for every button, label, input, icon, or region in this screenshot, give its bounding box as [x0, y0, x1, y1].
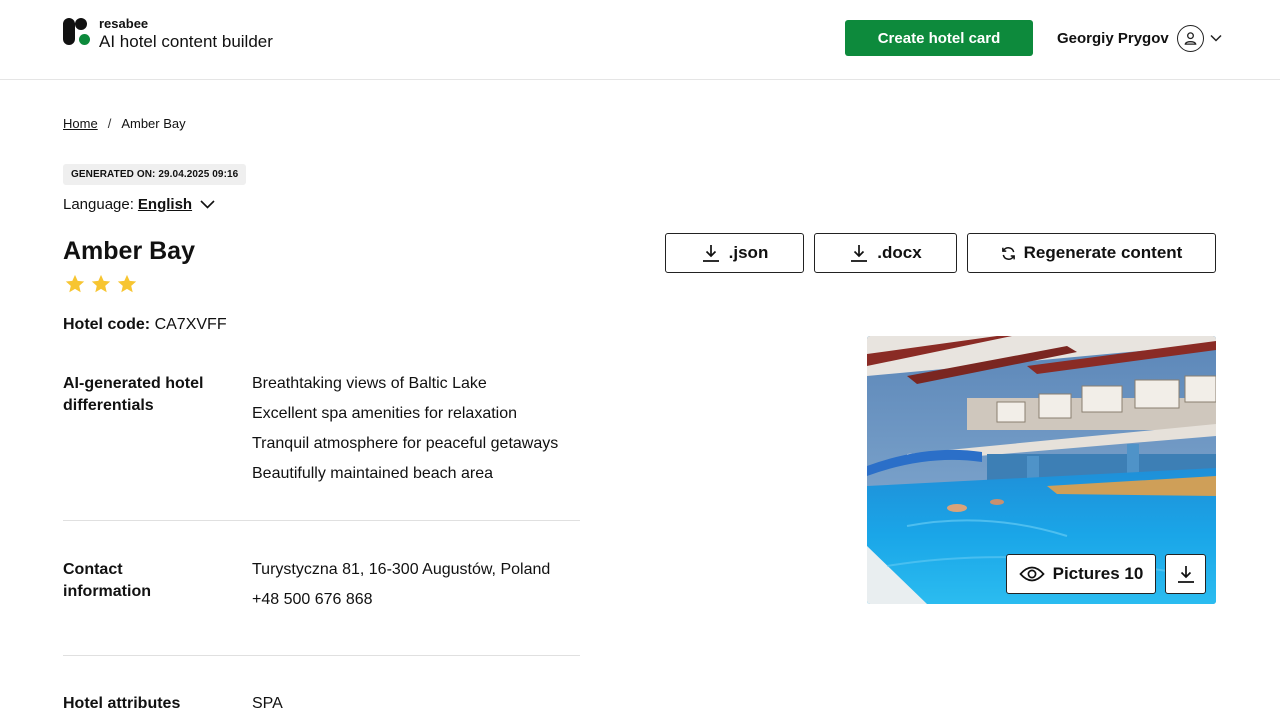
chevron-down-icon [1210, 34, 1222, 42]
attributes-label: Hotel attributes [63, 695, 181, 712]
create-hotel-card-button[interactable]: Create hotel card [845, 20, 1033, 56]
brand-logo[interactable]: resabee AI hotel content builder [62, 17, 273, 52]
brand-name: resabee [99, 16, 149, 31]
chevron-down-icon[interactable] [200, 199, 215, 209]
pictures-count-label: Pictures 10 [1052, 564, 1144, 583]
user-menu[interactable]: Georgiy Prygov [1057, 24, 1222, 52]
list-item: SPA [252, 695, 283, 712]
differentials-list: Breathtaking views of Baltic Lake Excell… [252, 369, 558, 489]
download-pictures-button[interactable] [1165, 554, 1206, 594]
star-icon [91, 274, 111, 293]
hotel-star-rating [64, 273, 142, 295]
hotel-photo[interactable]: Pictures 10 [867, 336, 1216, 604]
list-item: Tranquil atmosphere for peaceful getaway… [252, 435, 559, 452]
differentials-label: AI-generated hotel differentials [63, 375, 204, 414]
list-item: Excellent spa amenities for relaxation [252, 405, 518, 422]
contact-address: Turystyczna 81, 16-300 Augustów, Poland [252, 561, 551, 578]
contact-label: Contact information [63, 561, 151, 600]
hotel-name-title: Amber Bay [63, 237, 195, 265]
download-icon [851, 245, 868, 262]
download-json-label: .json [728, 243, 769, 262]
top-header: resabee AI hotel content builder Create … [0, 0, 1280, 80]
view-pictures-button[interactable]: Pictures 10 [1006, 554, 1156, 594]
language-label: Language: [63, 195, 134, 213]
regenerate-content-label: Regenerate content [1023, 243, 1183, 262]
contact-values: Turystyczna 81, 16-300 Augustów, Poland … [252, 555, 550, 615]
download-json-button[interactable]: .json [665, 233, 804, 273]
user-avatar-icon [1176, 24, 1204, 52]
star-icon [117, 274, 137, 293]
eye-icon [1018, 566, 1045, 582]
download-icon [702, 245, 719, 262]
hotel-code-value: CA7XVFF [154, 316, 227, 333]
breadcrumb: Home / Amber Bay [63, 116, 186, 131]
breadcrumb-separator: / [107, 116, 112, 131]
attributes-values: SPA [252, 689, 283, 716]
language-value[interactable]: English [138, 196, 192, 213]
regenerate-content-button[interactable]: Regenerate content [967, 233, 1216, 273]
generated-on-badge: GENERATED ON: 29.04.2025 09:16 [63, 164, 247, 185]
hotel-code: Hotel code: CA7XVFF [63, 316, 227, 334]
breadcrumb-home-link[interactable]: Home [63, 116, 98, 131]
breadcrumb-current: Amber Bay [121, 116, 186, 131]
download-docx-button[interactable]: .docx [814, 233, 957, 273]
hotel-code-label: Hotel code: [63, 316, 151, 333]
contact-phone: +48 500 676 868 [252, 591, 373, 608]
download-docx-label: .docx [877, 243, 922, 262]
language-selector[interactable]: Language: English [63, 194, 215, 214]
user-name: Georgiy Prygov [1057, 29, 1169, 47]
resabee-logo-icon [62, 17, 92, 47]
refresh-icon [1001, 246, 1015, 260]
section-divider [63, 520, 580, 521]
list-item: Beautifully maintained beach area [252, 465, 494, 482]
brand-tagline: AI hotel content builder [99, 32, 273, 51]
download-icon [1177, 566, 1194, 583]
list-item: Breathtaking views of Baltic Lake [252, 375, 487, 392]
section-divider [63, 655, 580, 656]
star-icon [65, 274, 85, 293]
